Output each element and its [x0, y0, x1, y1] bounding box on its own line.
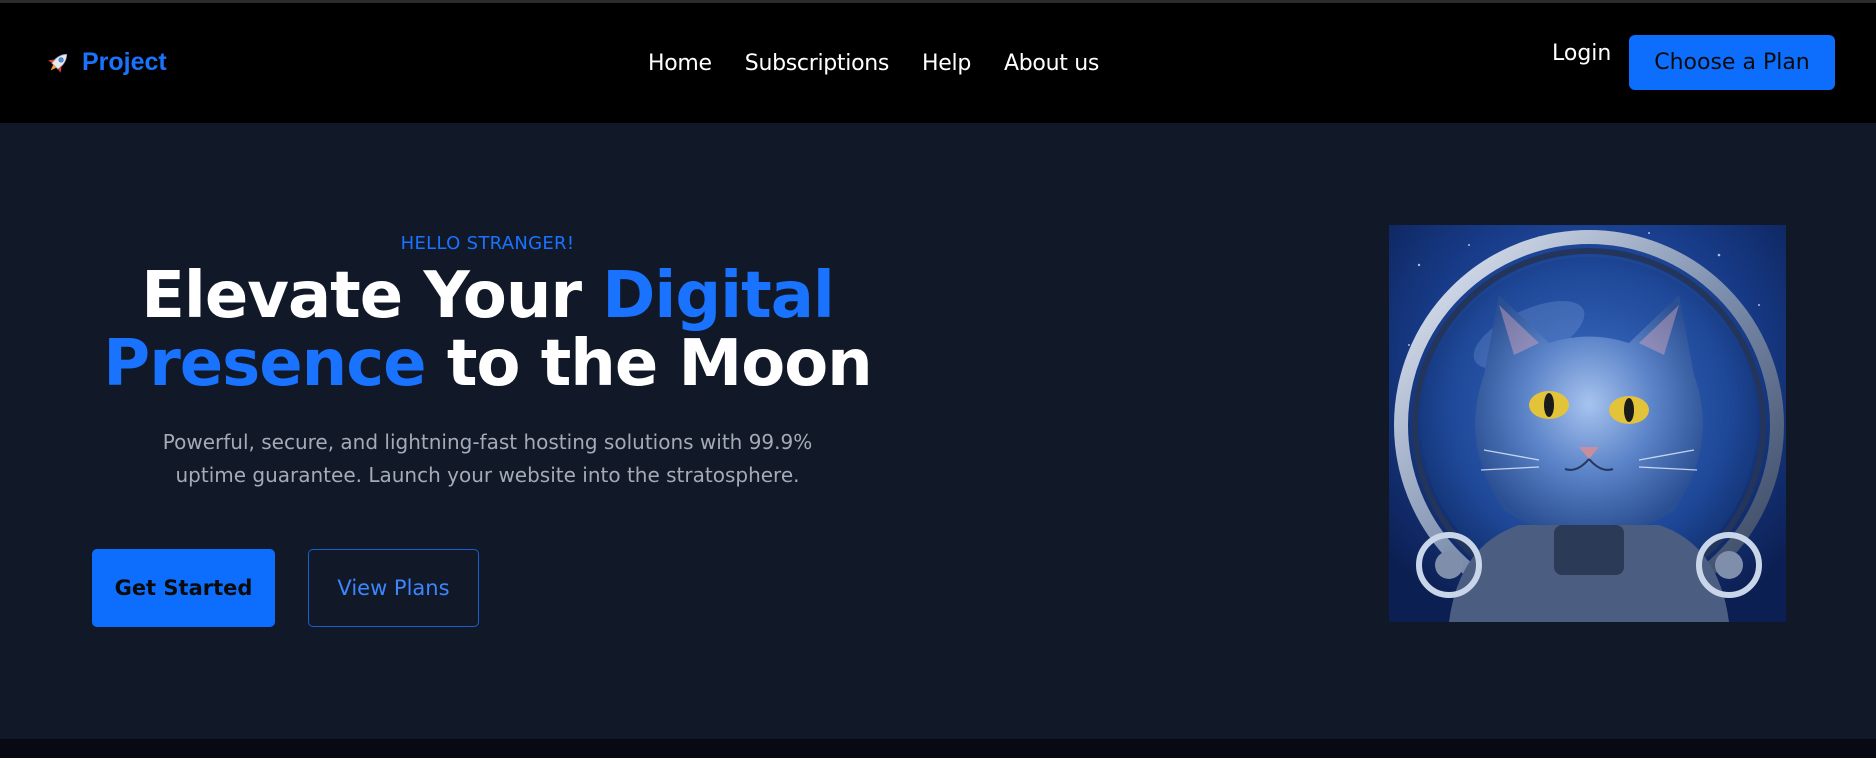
- hero-title-part1: Elevate Your: [141, 259, 603, 333]
- top-navbar: Project Home Subscriptions Help About us…: [0, 3, 1876, 123]
- hero-eyebrow: HELLO STRANGER!: [400, 233, 575, 254]
- astronaut-cat-image: [1389, 225, 1786, 622]
- bottom-strip: [0, 739, 1876, 758]
- nav-item-home[interactable]: Home: [648, 51, 712, 76]
- astronaut-cat-illustration: [1389, 225, 1786, 622]
- brand-logo-link[interactable]: Project: [44, 48, 167, 77]
- hero-title: Elevate Your Digital Presence to the Moon: [80, 262, 895, 398]
- nav-item-about-us[interactable]: About us: [1004, 51, 1099, 76]
- choose-plan-button[interactable]: Choose a Plan: [1629, 35, 1835, 90]
- brand-name: Project: [82, 48, 167, 76]
- hero-section: HELLO STRANGER! Elevate Your Digital Pres…: [0, 123, 1876, 739]
- get-started-button[interactable]: Get Started: [92, 549, 275, 627]
- hero-subtitle: Powerful, secure, and lightning-fast hos…: [162, 430, 813, 487]
- main-navigation: Home Subscriptions Help About us: [648, 51, 1099, 76]
- nav-item-subscriptions[interactable]: Subscriptions: [745, 51, 890, 76]
- hero-buttons: Get Started View Plans: [92, 549, 479, 627]
- rocket-icon: [48, 53, 68, 73]
- hero-title-accent-digital: Digital: [602, 259, 835, 333]
- view-plans-button[interactable]: View Plans: [308, 549, 479, 627]
- login-link[interactable]: Login: [1552, 41, 1611, 66]
- nav-item-help[interactable]: Help: [922, 51, 971, 76]
- hero-title-part2: to the Moon: [425, 327, 873, 401]
- hero-title-accent-presence: Presence: [103, 327, 426, 401]
- hero-content: HELLO STRANGER! Elevate Your Digital Pres…: [80, 233, 895, 492]
